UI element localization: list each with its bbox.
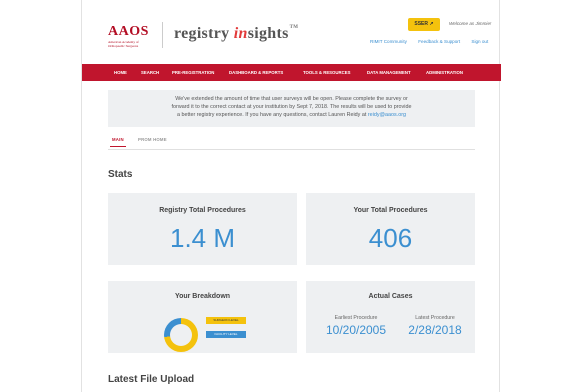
nav-data-management[interactable]: DATA MANAGEMENT bbox=[367, 64, 411, 81]
nav-tools-resources[interactable]: TOOLS & RESOURCES bbox=[303, 64, 350, 81]
latest-file-upload-heading: Latest File Upload bbox=[108, 374, 195, 385]
nav-home[interactable]: HOME bbox=[114, 64, 127, 81]
breakdown-label: Your Breakdown bbox=[174, 293, 231, 300]
notice-line-3-text: a better registry experience. If you hav… bbox=[176, 112, 367, 118]
aaos-full-name: American Academy of Orthopaedic Surgeons bbox=[108, 40, 139, 48]
legend-surgeon-level: SURGEON LEVEL bbox=[206, 317, 246, 324]
nav-dashboard-reports[interactable]: DASHBOARD & REPORTS bbox=[229, 64, 283, 81]
legend-facility-level: FACILITY LEVEL bbox=[206, 331, 246, 338]
your-total-value: 406 bbox=[368, 223, 413, 253]
nav-pre-registration[interactable]: PRE-REGISTRATION bbox=[172, 64, 214, 81]
logo-in-text: in bbox=[233, 25, 248, 42]
aaos-abbrev: AAOS bbox=[108, 24, 149, 39]
sign-out-link[interactable]: Sign out bbox=[471, 39, 488, 44]
notice-line-2: forward it to the correct contact at you… bbox=[171, 104, 412, 110]
earliest-procedure-label: Earliest Procedure bbox=[334, 315, 378, 321]
sso-label: SSER bbox=[414, 21, 429, 27]
notice-line-1: We've extended the amount of time that u… bbox=[175, 96, 408, 102]
registry-total-value: 1.4 M bbox=[169, 223, 236, 253]
notice-line-3: a better registry experience. If you hav… bbox=[108, 111, 475, 119]
actual-cases-label: Actual Cases bbox=[368, 293, 413, 300]
feedback-link[interactable]: Feedback & Support bbox=[418, 39, 460, 44]
your-total-label: Your Total Procedures bbox=[353, 207, 428, 214]
actual-cases-card: Actual Cases Earliest Procedure 10/20/20… bbox=[306, 281, 475, 353]
breakdown-donut-chart[interactable] bbox=[164, 318, 198, 352]
logo-sights-text: sights bbox=[247, 25, 289, 42]
community-link[interactable]: RIMIT Community bbox=[370, 39, 407, 44]
your-total-card: Your Total Procedures 406 bbox=[306, 193, 475, 265]
main-nav: HOME SEARCH PRE-REGISTRATION DASHBOARD &… bbox=[82, 64, 501, 81]
logo-registry-text: registry bbox=[174, 25, 230, 42]
breakdown-card: Your Breakdown SURGEON LEVEL FACILITY LE… bbox=[108, 281, 297, 353]
notice-email-link[interactable]: reidy@aaos.org bbox=[368, 112, 406, 118]
logo-divider bbox=[162, 22, 163, 48]
app-frame: AAOS American Academy of Orthopaedic Sur… bbox=[81, 0, 501, 392]
registry-insights-logo[interactable]: registry insightsTM bbox=[174, 25, 298, 43]
notice-banner: We've extended the amount of time that u… bbox=[108, 90, 475, 127]
stats-heading: Stats bbox=[108, 169, 133, 180]
tab-prom-home[interactable]: PROM HOME bbox=[138, 137, 167, 142]
registry-total-card: Registry Total Procedures 1.4 M bbox=[108, 193, 297, 265]
tab-bar: MAIN PROM HOME bbox=[108, 133, 475, 150]
earliest-procedure-value: 10/20/2005 bbox=[325, 323, 387, 337]
aaos-logo[interactable]: AAOS American Academy of Orthopaedic Sur… bbox=[108, 24, 154, 48]
welcome-text: Welcome as Jimmie! bbox=[449, 21, 492, 26]
tab-main[interactable]: MAIN bbox=[110, 137, 126, 147]
sso-button[interactable]: SSER ↗ bbox=[408, 18, 440, 31]
registry-total-label: Registry Total Procedures bbox=[159, 207, 246, 214]
header: AAOS American Academy of Orthopaedic Sur… bbox=[82, 0, 501, 64]
top-links: RIMIT Community Feedback & Support Sign … bbox=[370, 39, 498, 44]
logo-trademark: TM bbox=[289, 25, 299, 30]
latest-procedure-label: Latest Procedure bbox=[415, 315, 455, 321]
latest-procedure-value: 2/28/2018 bbox=[408, 323, 462, 337]
nav-administration[interactable]: ADMINISTRATION bbox=[426, 64, 463, 81]
nav-search[interactable]: SEARCH bbox=[141, 64, 159, 81]
external-link-icon: ↗ bbox=[429, 21, 434, 27]
